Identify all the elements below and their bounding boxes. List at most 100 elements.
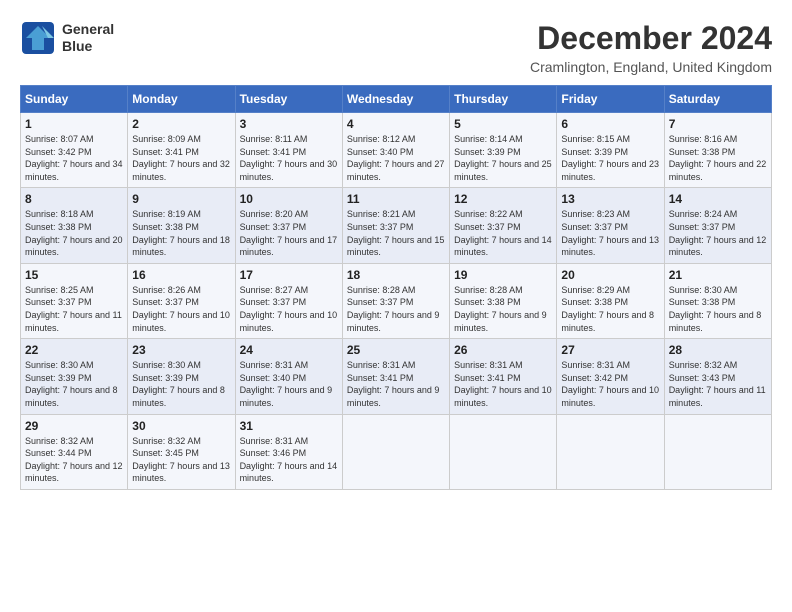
day-info: Sunrise: 8:14 AM Sunset: 3:39 PM Dayligh… — [454, 133, 552, 183]
month-title: December 2024 — [530, 20, 772, 57]
day-number: 11 — [347, 192, 445, 206]
calendar-week-row: 29 Sunrise: 8:32 AM Sunset: 3:44 PM Dayli… — [21, 414, 772, 489]
day-info: Sunrise: 8:32 AM Sunset: 3:45 PM Dayligh… — [132, 435, 230, 485]
calendar-cell: 24 Sunrise: 8:31 AM Sunset: 3:40 PM Dayli… — [235, 339, 342, 414]
day-number: 24 — [240, 343, 338, 357]
calendar-cell: 30Sunrise: 8:32 AM Sunset: 3:45 PM Dayli… — [128, 414, 235, 489]
day-of-week-header: Saturday — [664, 86, 771, 113]
day-info: Sunrise: 8:15 AM Sunset: 3:39 PM Dayligh… — [561, 133, 659, 183]
day-number: 18 — [347, 268, 445, 282]
day-info: Sunrise: 8:31 AM Sunset: 3:42 PM Dayligh… — [561, 359, 659, 409]
day-info: Sunrise: 8:11 AM Sunset: 3:41 PM Dayligh… — [240, 133, 338, 183]
calendar-cell: 26Sunrise: 8:31 AM Sunset: 3:41 PM Dayli… — [450, 339, 557, 414]
day-number: 7 — [669, 117, 767, 131]
calendar-cell — [664, 414, 771, 489]
day-number: 27 — [561, 343, 659, 357]
day-info: Sunrise: 8:26 AM Sunset: 3:37 PM Dayligh… — [132, 284, 230, 334]
calendar-cell: 28 Sunrise: 8:32 AM Sunset: 3:43 PM Dayli… — [664, 339, 771, 414]
day-number: 3 — [240, 117, 338, 131]
calendar-cell: 1Sunrise: 8:07 AM Sunset: 3:42 PM Daylig… — [21, 113, 128, 188]
calendar-cell: 14Sunrise: 8:24 AM Sunset: 3:37 PM Dayli… — [664, 188, 771, 263]
day-of-week-header: Thursday — [450, 86, 557, 113]
logo-icon — [20, 20, 56, 56]
day-info: Sunrise: 8:30 AM Sunset: 3:39 PM Dayligh… — [132, 359, 230, 409]
day-number: 20 — [561, 268, 659, 282]
day-of-week-header: Tuesday — [235, 86, 342, 113]
page-header: General Blue December 2024 Cramlington, … — [20, 20, 772, 75]
day-info: Sunrise: 8:31 AM Sunset: 3:41 PM Dayligh… — [454, 359, 552, 409]
calendar-cell: 15 Sunrise: 8:25 AM Sunset: 3:37 PM Dayli… — [21, 263, 128, 338]
day-info: Sunrise: 8:16 AM Sunset: 3:38 PM Dayligh… — [669, 133, 767, 183]
calendar-week-row: 15 Sunrise: 8:25 AM Sunset: 3:37 PM Dayli… — [21, 263, 772, 338]
day-number: 16 — [132, 268, 230, 282]
day-info: Sunrise: 8:20 AM Sunset: 3:37 PM Dayligh… — [240, 208, 338, 258]
calendar-cell: 9 Sunrise: 8:19 AM Sunset: 3:38 PM Daylig… — [128, 188, 235, 263]
day-number: 9 — [132, 192, 230, 206]
day-number: 4 — [347, 117, 445, 131]
calendar-cell: 10 Sunrise: 8:20 AM Sunset: 3:37 PM Dayli… — [235, 188, 342, 263]
calendar-cell — [342, 414, 449, 489]
day-info: Sunrise: 8:27 AM Sunset: 3:37 PM Dayligh… — [240, 284, 338, 334]
day-number: 5 — [454, 117, 552, 131]
day-info: Sunrise: 8:32 AM Sunset: 3:44 PM Dayligh… — [25, 435, 123, 485]
calendar-cell: 11 Sunrise: 8:21 AM Sunset: 3:37 PM Dayli… — [342, 188, 449, 263]
day-of-week-header: Wednesday — [342, 86, 449, 113]
day-info: Sunrise: 8:31 AM Sunset: 3:46 PM Dayligh… — [240, 435, 338, 485]
day-info: Sunrise: 8:24 AM Sunset: 3:37 PM Dayligh… — [669, 208, 767, 258]
day-info: Sunrise: 8:19 AM Sunset: 3:38 PM Dayligh… — [132, 208, 230, 258]
calendar-cell: 13 Sunrise: 8:23 AM Sunset: 3:37 PM Dayli… — [557, 188, 664, 263]
calendar-cell: 4Sunrise: 8:12 AM Sunset: 3:40 PM Daylig… — [342, 113, 449, 188]
day-of-week-header: Sunday — [21, 86, 128, 113]
day-info: Sunrise: 8:32 AM Sunset: 3:43 PM Dayligh… — [669, 359, 767, 409]
calendar-week-row: 22Sunrise: 8:30 AM Sunset: 3:39 PM Dayli… — [21, 339, 772, 414]
calendar-cell: 7 Sunrise: 8:16 AM Sunset: 3:38 PM Daylig… — [664, 113, 771, 188]
day-info: Sunrise: 8:07 AM Sunset: 3:42 PM Dayligh… — [25, 133, 123, 183]
location: Cramlington, England, United Kingdom — [530, 59, 772, 75]
day-number: 29 — [25, 419, 123, 433]
calendar-cell: 20Sunrise: 8:29 AM Sunset: 3:38 PM Dayli… — [557, 263, 664, 338]
day-number: 2 — [132, 117, 230, 131]
calendar-cell: 22Sunrise: 8:30 AM Sunset: 3:39 PM Dayli… — [21, 339, 128, 414]
day-info: Sunrise: 8:31 AM Sunset: 3:41 PM Dayligh… — [347, 359, 445, 409]
day-info: Sunrise: 8:30 AM Sunset: 3:38 PM Dayligh… — [669, 284, 767, 334]
day-info: Sunrise: 8:09 AM Sunset: 3:41 PM Dayligh… — [132, 133, 230, 183]
calendar-cell: 21 Sunrise: 8:30 AM Sunset: 3:38 PM Dayli… — [664, 263, 771, 338]
day-number: 10 — [240, 192, 338, 206]
calendar-cell — [557, 414, 664, 489]
day-number: 6 — [561, 117, 659, 131]
day-number: 17 — [240, 268, 338, 282]
day-number: 13 — [561, 192, 659, 206]
logo-text: General Blue — [62, 21, 114, 55]
calendar-cell: 18 Sunrise: 8:28 AM Sunset: 3:37 PM Dayli… — [342, 263, 449, 338]
day-info: Sunrise: 8:25 AM Sunset: 3:37 PM Dayligh… — [25, 284, 123, 334]
day-number: 28 — [669, 343, 767, 357]
day-info: Sunrise: 8:31 AM Sunset: 3:40 PM Dayligh… — [240, 359, 338, 409]
day-number: 21 — [669, 268, 767, 282]
day-number: 15 — [25, 268, 123, 282]
day-of-week-header: Friday — [557, 86, 664, 113]
calendar-table: SundayMondayTuesdayWednesdayThursdayFrid… — [20, 85, 772, 490]
day-number: 31 — [240, 419, 338, 433]
day-info: Sunrise: 8:28 AM Sunset: 3:37 PM Dayligh… — [347, 284, 445, 334]
calendar-cell: 3 Sunrise: 8:11 AM Sunset: 3:41 PM Daylig… — [235, 113, 342, 188]
day-info: Sunrise: 8:28 AM Sunset: 3:38 PM Dayligh… — [454, 284, 552, 334]
calendar-cell: 19Sunrise: 8:28 AM Sunset: 3:38 PM Dayli… — [450, 263, 557, 338]
calendar-week-row: 1Sunrise: 8:07 AM Sunset: 3:42 PM Daylig… — [21, 113, 772, 188]
calendar-cell: 6 Sunrise: 8:15 AM Sunset: 3:39 PM Daylig… — [557, 113, 664, 188]
day-number: 12 — [454, 192, 552, 206]
calendar-cell: 2 Sunrise: 8:09 AM Sunset: 3:41 PM Daylig… — [128, 113, 235, 188]
title-block: December 2024 Cramlington, England, Unit… — [530, 20, 772, 75]
calendar-cell: 27 Sunrise: 8:31 AM Sunset: 3:42 PM Dayli… — [557, 339, 664, 414]
calendar-week-row: 8Sunrise: 8:18 AM Sunset: 3:38 PM Daylig… — [21, 188, 772, 263]
day-number: 8 — [25, 192, 123, 206]
day-info: Sunrise: 8:22 AM Sunset: 3:37 PM Dayligh… — [454, 208, 552, 258]
calendar-cell: 29 Sunrise: 8:32 AM Sunset: 3:44 PM Dayli… — [21, 414, 128, 489]
calendar-cell: 5 Sunrise: 8:14 AM Sunset: 3:39 PM Daylig… — [450, 113, 557, 188]
calendar-cell — [450, 414, 557, 489]
day-info: Sunrise: 8:21 AM Sunset: 3:37 PM Dayligh… — [347, 208, 445, 258]
calendar-cell: 8Sunrise: 8:18 AM Sunset: 3:38 PM Daylig… — [21, 188, 128, 263]
day-info: Sunrise: 8:23 AM Sunset: 3:37 PM Dayligh… — [561, 208, 659, 258]
day-of-week-header: Monday — [128, 86, 235, 113]
day-number: 25 — [347, 343, 445, 357]
calendar-cell: 23Sunrise: 8:30 AM Sunset: 3:39 PM Dayli… — [128, 339, 235, 414]
